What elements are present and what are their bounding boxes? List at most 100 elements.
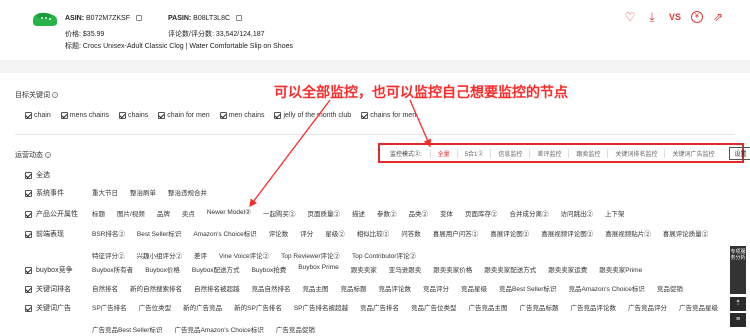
help-icon[interactable]: ? [45,152,51,158]
monitor-item[interactable]: 新的广告竞品 [183,302,222,312]
keyword-item[interactable]: chain [25,112,51,119]
mode-option[interactable]: 信息监控 [490,148,529,158]
category-checkbox[interactable] [25,189,32,197]
monitor-item[interactable]: 跟卖卖家价格 [433,264,472,274]
monitor-item[interactable]: 跟卖卖家配送方式 [484,264,536,274]
monitor-item[interactable]: 相似比较② [357,228,390,238]
monitor-item[interactable]: 广告竞品Best Seller标识 [92,324,162,334]
monitor-item[interactable]: 跟卖卖家运费 [548,264,587,274]
monitor-item[interactable]: 上下架 [605,208,625,218]
category-row[interactable]: buybox竞争 [25,265,73,275]
keyword-checkbox[interactable] [274,112,282,119]
monitor-item[interactable]: 图片/视频 [117,208,145,218]
monitor-item[interactable]: 差评 [194,250,207,260]
monitor-item[interactable]: 兴趣小组评分② [137,250,183,260]
monitor-item[interactable]: 广告竞品评论数 [571,302,617,312]
monitor-item[interactable]: SP广告排名 [92,302,127,312]
keyword-checkbox[interactable] [158,112,166,119]
monitor-item[interactable]: 广告竞品Amazon's Choice标识 [174,324,263,334]
category-row[interactable]: 前端表现 [25,229,64,239]
monitor-item[interactable]: 竞品评论数 [379,283,412,293]
monitor-item[interactable]: Buybox抢费 [252,264,287,274]
monitor-item[interactable]: 喜展视频评论图② [541,228,593,238]
monitor-item[interactable]: 品类② [408,208,428,218]
monitor-item[interactable]: 页面质量② [307,208,340,218]
copy-icon[interactable] [235,15,242,21]
monitor-item[interactable]: 卖点 [182,208,195,218]
monitor-item[interactable]: 广告位类型 [139,302,172,312]
mode-option[interactable]: 关键词广告监控 [664,148,721,158]
category-row[interactable]: 系统事件 [25,188,64,198]
monitor-item[interactable]: Best Seller标识 [137,228,181,238]
monitor-item[interactable]: 竞品促销 [657,283,683,293]
keyword-checkbox[interactable] [219,112,227,119]
monitor-item[interactable]: 亚马逊跟卖 [389,264,422,274]
monitor-item[interactable]: Amazon's Choice标识 [193,228,256,238]
monitor-item[interactable]: 喜展评论图② [490,228,529,238]
mode-option[interactable]: 差评监控 [529,148,568,158]
monitor-item[interactable]: 广告竞品评分 [628,302,667,312]
monitor-item[interactable]: 喜展视频贴片② [605,228,651,238]
monitor-item[interactable]: 广告竞品促销 [276,324,315,334]
category-checkbox[interactable] [25,266,32,274]
monitor-item[interactable]: 竞品主图 [303,283,329,293]
monitor-item[interactable]: BSR排名② [92,228,125,238]
monitor-item[interactable]: 标题 [92,208,105,218]
monitor-item[interactable]: Buybox所有者 [92,264,133,274]
monitor-item[interactable]: 一起购买② [263,208,296,218]
scroll-top-button[interactable]: ⇡ [730,297,746,311]
monitor-item[interactable]: 自然排名被超越 [194,283,240,293]
keyword-item[interactable]: chains [119,112,148,119]
keyword-checkbox[interactable] [361,112,369,119]
monitor-item[interactable]: 竞品评分 [423,283,449,293]
mode-option[interactable]: 5合1② [456,148,491,158]
monitor-item[interactable]: 整治违规合并 [168,187,207,197]
copy-icon[interactable] [135,15,142,21]
monitor-item[interactable]: 竞品标题 [341,283,367,293]
monitor-item[interactable]: Newer Model② [207,208,251,218]
monitor-item[interactable]: 新的自然搜索排名 [130,283,182,293]
monitor-item[interactable]: Vine Voice评论② [219,250,269,260]
heart-icon[interactable]: ♡ [623,11,637,23]
download-icon[interactable]: ⤓ [645,11,659,23]
monitor-item[interactable]: 星级② [325,228,345,238]
monitor-item[interactable]: 问答数 [401,228,421,238]
category-checkbox[interactable] [25,304,32,312]
category-row[interactable]: 关键词广告 [25,303,71,313]
monitor-item[interactable]: 竞品广告排名 [360,302,399,312]
keyword-item[interactable]: jelly of the month club [274,112,351,119]
keyword-checkbox[interactable] [119,112,127,119]
category-row[interactable]: 关键词排名 [25,284,71,294]
settings-button[interactable]: 设置 [729,146,750,160]
monitor-item[interactable]: 喜展评论质量② [663,228,709,238]
monitor-item[interactable]: 广告竞品标题 [520,302,559,312]
external-link-icon[interactable]: ⇗ [711,11,725,23]
monitor-item[interactable]: 竞品Amazon's Choice标识 [568,283,644,293]
keyword-item[interactable]: chain for men [158,112,210,119]
mode-option[interactable]: 关键词排名监控 [607,148,664,158]
monitor-item[interactable]: SP广告排名被超越 [294,302,348,312]
help-icon[interactable]: ? [52,92,58,98]
monitor-item[interactable]: 广告竞品星级 [679,302,718,312]
monitor-item[interactable]: Top Reviewer评论② [281,250,340,260]
monitor-item[interactable]: 评分 [300,228,313,238]
monitor-item[interactable]: 评论数 [269,228,289,238]
monitor-item[interactable]: Buybox配送方式 [192,264,240,274]
monitor-item[interactable]: Buybox价格 [145,264,180,274]
monitor-item[interactable]: 访问跳出② [560,208,593,218]
monitor-item[interactable]: 竞品星级 [461,283,487,293]
yuan-icon[interactable]: ¥ [691,11,703,23]
monitor-item[interactable]: 竞品自然排名 [252,283,291,293]
monitor-item[interactable]: 特征评分② [92,250,125,260]
category-checkbox[interactable] [25,210,32,218]
category-row[interactable]: 产品公开属性 [25,209,78,219]
keyword-checkbox[interactable] [60,112,68,119]
monitor-item[interactable]: 重大节日 [92,187,118,197]
monitor-item[interactable]: 新的SP广告排名 [234,302,282,312]
monitor-item[interactable]: 广告竞品主图 [469,302,508,312]
keyword-item[interactable]: mens chains [60,112,109,119]
monitor-item[interactable]: 整治刷单 [130,187,156,197]
special-service-tab[interactable]: 专项服务分析 [730,246,746,294]
vs-button[interactable]: VS [667,11,683,23]
monitor-item[interactable]: 竞品Best Seller标识 [499,283,556,293]
